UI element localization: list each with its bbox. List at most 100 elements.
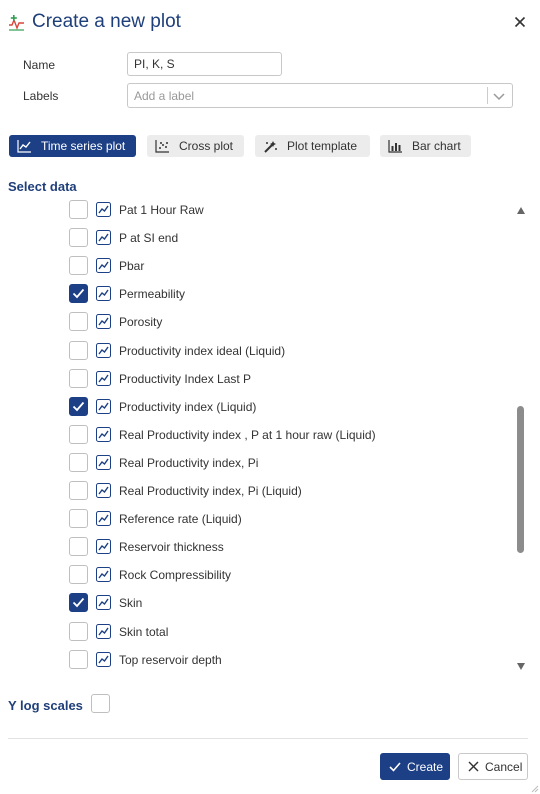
series-label: Top reservoir depth (119, 652, 222, 667)
resize-grip-icon[interactable] (531, 785, 539, 793)
tab-cross-plot[interactable]: Cross plot (147, 135, 244, 157)
magic-wand-icon (264, 140, 277, 153)
checkmark-icon (72, 289, 85, 299)
series-checkbox[interactable] (69, 200, 88, 219)
line-series-icon (96, 567, 111, 583)
select-data-title: Select data (8, 179, 77, 194)
line-chart-icon (17, 139, 31, 153)
series-checkbox[interactable] (69, 424, 88, 444)
tab-label: Cross plot (179, 139, 234, 153)
scroll-down-arrow-icon[interactable] (517, 663, 525, 670)
cancel-label: Cancel (485, 759, 523, 774)
close-icon[interactable] (512, 14, 528, 30)
list-item[interactable]: Real Productivity index, Pi (Liquid) (0, 477, 512, 505)
list-item[interactable]: Porosity (0, 308, 512, 336)
dialog-title: Create a new plot (32, 11, 181, 32)
scatter-chart-icon (155, 139, 169, 153)
series-checkbox[interactable] (69, 452, 88, 472)
series-checkbox[interactable] (69, 284, 88, 304)
tab-bar-chart[interactable]: Bar chart (380, 135, 471, 157)
list-item[interactable]: Reservoir thickness (0, 533, 512, 561)
series-label: Pbar (119, 259, 145, 274)
series-label: Pat 1 Hour Raw (119, 203, 204, 217)
line-series-icon (96, 230, 111, 246)
list-item[interactable]: Productivity Index Last P (0, 365, 512, 393)
labels-placeholder: Add a label (134, 89, 195, 103)
series-checkbox[interactable] (69, 256, 88, 276)
list-item[interactable]: Skin (0, 589, 512, 617)
close-icon (468, 761, 479, 772)
series-checkbox[interactable] (69, 509, 88, 529)
series-label: Productivity index ideal (Liquid) (119, 343, 286, 358)
cancel-button[interactable]: Cancel (458, 753, 528, 780)
data-series-list: Pat 1 Hour Raw P at SI end Pbar Permeabilit… (0, 196, 512, 672)
labels-select[interactable]: Add a label (127, 83, 513, 108)
series-checkbox[interactable] (69, 228, 88, 248)
list-item[interactable]: Reference rate (Liquid) (0, 505, 512, 533)
y-log-scales-checkbox[interactable] (91, 694, 110, 713)
line-series-icon (96, 314, 111, 330)
create-label: Create (407, 759, 444, 774)
line-series-icon (96, 258, 111, 274)
add-plot-icon (9, 15, 24, 31)
list-item[interactable]: Pbar (0, 252, 512, 280)
series-label: Productivity index (Liquid) (119, 399, 257, 414)
line-series-icon (96, 623, 111, 639)
tab-label: Plot template (287, 139, 358, 153)
scroll-thumb[interactable] (517, 406, 524, 553)
list-item[interactable]: Pat 1 Hour Raw (0, 196, 512, 224)
chevron-down-icon[interactable] (492, 89, 506, 103)
series-label: Real Productivity index, Pi (Liquid) (119, 484, 302, 498)
line-series-icon (96, 398, 111, 414)
line-series-icon (96, 454, 111, 470)
series-checkbox[interactable] (69, 481, 88, 500)
list-item[interactable]: Rock Compressibility (0, 561, 512, 589)
series-label: Rock Compressibility (119, 568, 232, 583)
series-label: Reservoir thickness (119, 540, 224, 555)
line-series-icon (96, 370, 111, 386)
list-item[interactable]: Real Productivity index, Pi (0, 449, 512, 477)
line-series-icon (96, 342, 111, 358)
line-series-icon (96, 483, 111, 498)
series-label: Porosity (119, 315, 163, 330)
series-checkbox[interactable] (69, 312, 88, 332)
footer-divider (8, 738, 528, 739)
tab-plot-template[interactable]: Plot template (255, 135, 370, 157)
checkmark-icon (72, 598, 85, 608)
series-checkbox[interactable] (69, 593, 88, 613)
scroll-up-arrow-icon[interactable] (517, 207, 525, 214)
series-label: P at SI end (119, 231, 179, 246)
list-item[interactable]: Productivity index ideal (Liquid) (0, 337, 512, 365)
series-label: Reference rate (Liquid) (119, 512, 242, 527)
tab-time-series-plot[interactable]: Time series plot (9, 135, 136, 157)
list-item[interactable]: Real Productivity index , P at 1 hour ra… (0, 421, 512, 449)
series-checkbox[interactable] (69, 368, 88, 388)
list-item[interactable]: Productivity index (Liquid) (0, 393, 512, 421)
line-series-icon (96, 511, 111, 527)
series-checkbox[interactable] (69, 396, 88, 416)
labels-label: Labels (23, 89, 59, 103)
scrollbar[interactable] (515, 203, 526, 673)
series-label: Skin total (119, 624, 169, 639)
series-label: Permeability (119, 287, 186, 302)
series-label: Real Productivity index, Pi (119, 455, 259, 470)
series-checkbox[interactable] (69, 649, 88, 669)
series-checkbox[interactable] (69, 565, 88, 585)
list-item[interactable]: Skin total (0, 618, 512, 646)
series-checkbox[interactable] (69, 621, 88, 641)
line-series-icon (96, 286, 111, 302)
name-input[interactable] (127, 52, 282, 76)
labels-separator (487, 87, 488, 104)
list-item[interactable]: Top reservoir depth (0, 646, 512, 672)
bar-chart-icon (388, 139, 402, 153)
line-series-icon (96, 539, 111, 555)
list-item[interactable]: Permeability (0, 280, 512, 308)
series-label: Productivity Index Last P (119, 371, 252, 386)
series-checkbox[interactable] (69, 340, 88, 360)
checkmark-icon (72, 401, 85, 412)
list-item[interactable]: P at SI end (0, 224, 512, 252)
create-button[interactable]: Create (380, 753, 450, 780)
y-log-scales-label: Y log scales (8, 698, 83, 713)
tab-label: Bar chart (412, 139, 461, 153)
series-checkbox[interactable] (69, 537, 88, 557)
